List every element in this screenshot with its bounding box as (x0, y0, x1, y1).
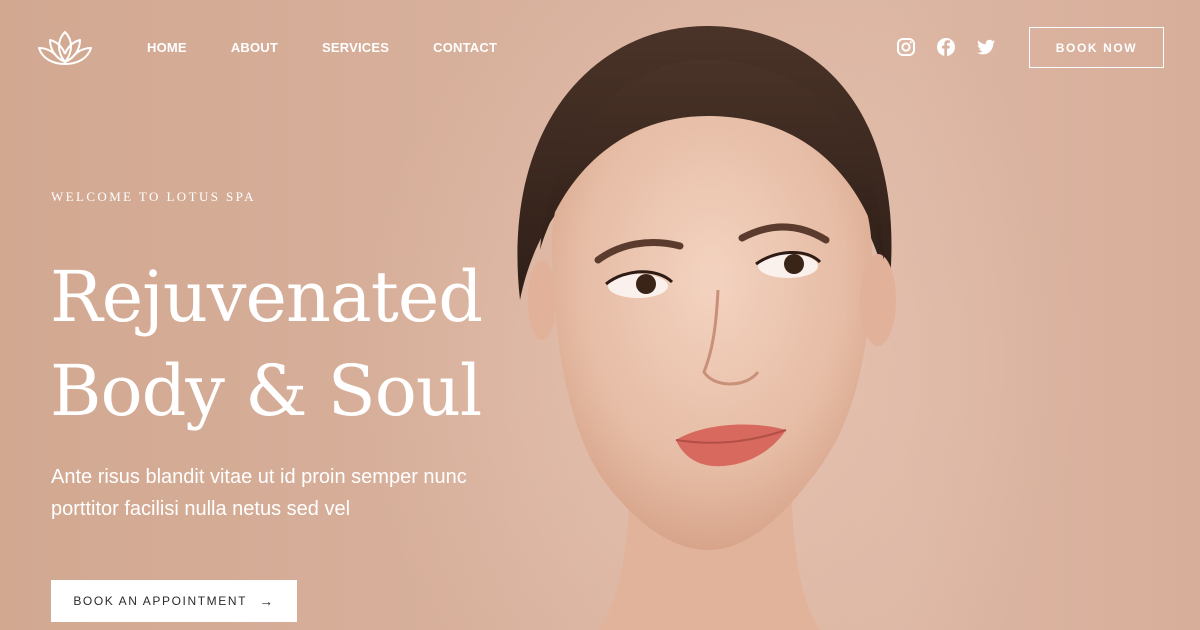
main-nav: HOME ABOUT SERVICES CONTACT (147, 40, 541, 55)
arrow-right-icon: → (259, 593, 275, 609)
hero-subtitle: Ante risus blandit vitae ut id proin sem… (51, 461, 531, 525)
book-appointment-label: BOOK AN APPOINTMENT (73, 594, 248, 608)
nav-home[interactable]: HOME (147, 40, 187, 55)
social-links (896, 37, 996, 57)
book-appointment-button[interactable]: BOOK AN APPOINTMENT → (51, 580, 297, 622)
hero-headline-line1: Rejuvenated (50, 256, 483, 338)
instagram-icon[interactable] (896, 37, 916, 57)
hero-eyebrow: WELCOME TO LOTUS SPA (51, 189, 256, 204)
nav-about[interactable]: ABOUT (231, 40, 278, 55)
nav-services[interactable]: SERVICES (322, 40, 389, 55)
nav-contact[interactable]: CONTACT (433, 40, 497, 55)
twitter-icon[interactable] (976, 37, 996, 57)
hero-headline-line2: Body & Soul (50, 350, 482, 432)
lotus-logo-icon[interactable] (36, 28, 94, 68)
hero-subtitle-line1: Ante risus blandit vitae ut id proin sem… (51, 466, 467, 488)
facebook-icon[interactable] (936, 37, 956, 57)
book-now-button[interactable]: BOOK NOW (1029, 27, 1164, 68)
hero-subtitle-line2: porttitor facilisi nulla netus sed vel (51, 498, 351, 520)
site-header: HOME ABOUT SERVICES CONTACT BOOK NOW (0, 0, 1200, 96)
hero-headline: Rejuvenated Body & Soul (50, 250, 610, 438)
